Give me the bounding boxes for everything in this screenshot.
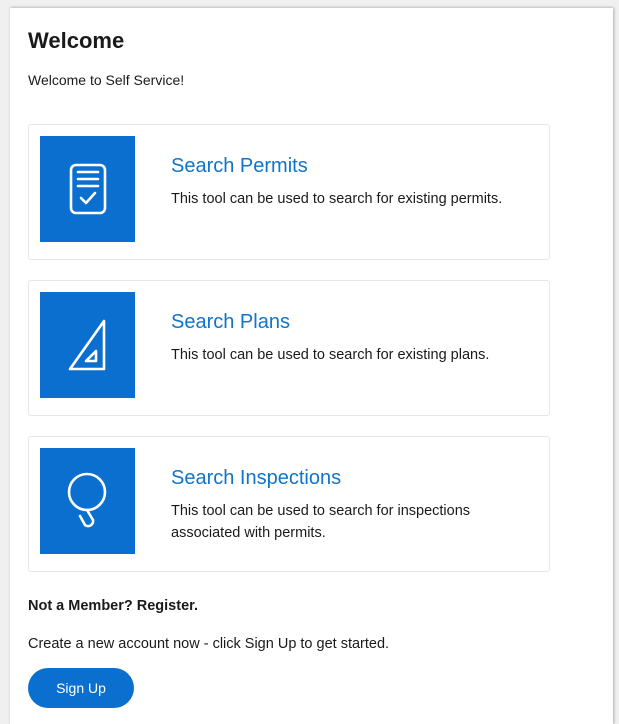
search-inspections-description: This tool can be used to search for insp… [171, 503, 471, 541]
register-text: Create a new account now - click Sign Up… [28, 636, 390, 652]
triangle-ruler-icon [40, 292, 135, 398]
magnifier-icon [40, 448, 135, 554]
search-permits-description: This tool can be used to search for exis… [171, 191, 503, 207]
search-plans-description: This tool can be used to search for exis… [171, 347, 490, 363]
page-title: Welcome [28, 28, 125, 53]
welcome-panel: Welcome Welcome to Self Service! Search … [10, 8, 613, 724]
register-heading: Not a Member? Register. [28, 598, 199, 614]
search-permits-link[interactable]: Search Permits [171, 155, 308, 178]
clipboard-check-icon [40, 136, 135, 242]
search-plans-card[interactable]: Search Plans This tool can be used to se… [28, 280, 550, 416]
page-subtitle: Welcome to Self Service! [28, 72, 185, 88]
search-inspections-card[interactable]: Search Inspections This tool can be used… [28, 436, 550, 572]
search-inspections-link[interactable]: Search Inspections [171, 467, 341, 490]
search-permits-card[interactable]: Search Permits This tool can be used to … [28, 124, 550, 260]
search-plans-link[interactable]: Search Plans [171, 311, 290, 334]
sign-up-button[interactable]: Sign Up [28, 668, 134, 708]
